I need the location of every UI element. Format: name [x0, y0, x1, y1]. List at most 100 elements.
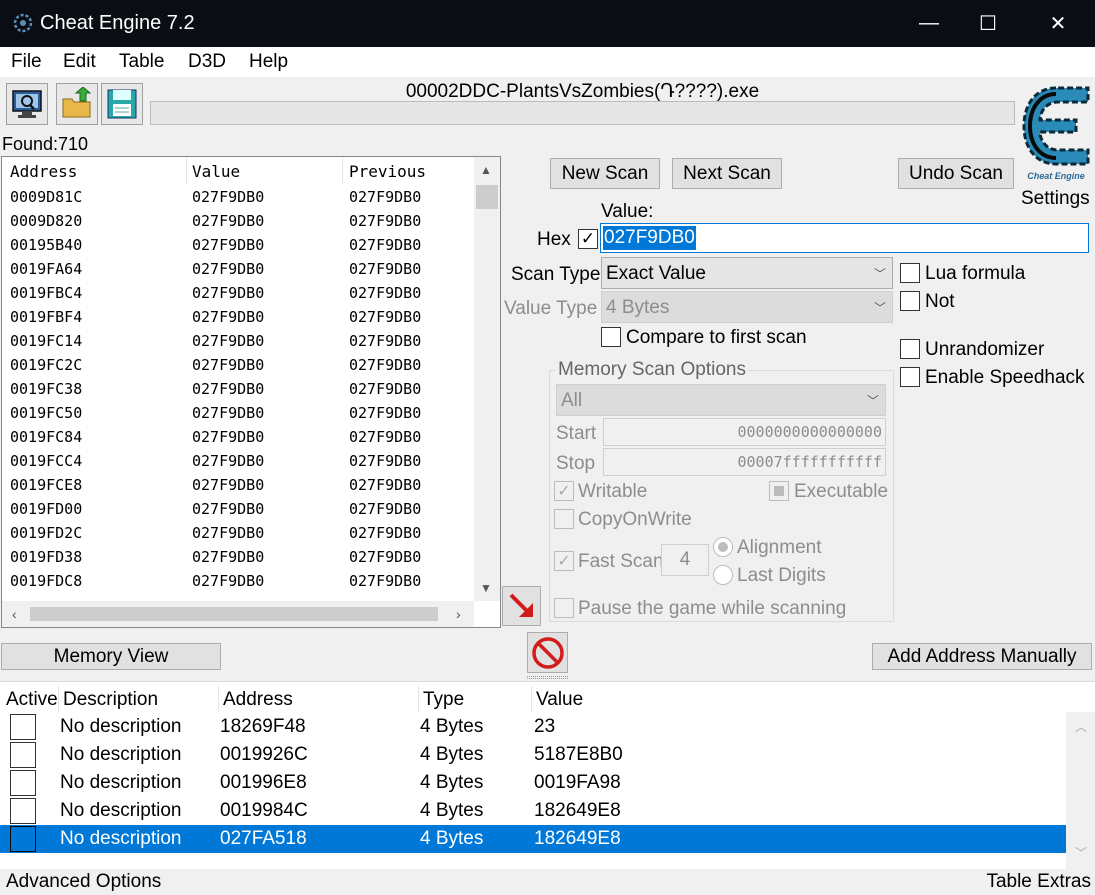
- result-previous: 027F9DB0: [349, 548, 422, 566]
- column-type[interactable]: Type: [423, 689, 464, 711]
- result-row[interactable]: 00195B40 027F9DB0 027F9DB0: [2, 233, 474, 257]
- column-description[interactable]: Description: [63, 689, 158, 711]
- column-address[interactable]: Address: [10, 162, 77, 181]
- result-row[interactable]: 0019FD2C 027F9DB0 027F9DB0: [2, 521, 474, 545]
- fast-scan-value-input[interactable]: 4: [661, 544, 709, 576]
- scroll-left-icon[interactable]: ‹: [12, 606, 17, 622]
- active-checkbox[interactable]: [10, 798, 36, 824]
- writable-checkbox[interactable]: ✓: [554, 481, 574, 501]
- row-address: 001996E8: [220, 772, 307, 793]
- minimize-button[interactable]: —: [899, 0, 959, 47]
- lua-formula-checkbox[interactable]: [900, 263, 920, 283]
- table-row[interactable]: No description 001996E8 4 Bytes 0019FA98: [0, 769, 1066, 797]
- result-row[interactable]: 0019FCC4 027F9DB0 027F9DB0: [2, 449, 474, 473]
- result-row[interactable]: 0019FD00 027F9DB0 027F9DB0: [2, 497, 474, 521]
- results-horizontal-scrollbar[interactable]: ‹ ›: [2, 601, 474, 627]
- new-scan-button[interactable]: New Scan: [550, 158, 660, 189]
- stop-address-input[interactable]: 00007fffffffffff: [603, 448, 886, 476]
- column-previous[interactable]: Previous: [349, 162, 426, 181]
- result-row[interactable]: 0019FCE8 027F9DB0 027F9DB0: [2, 473, 474, 497]
- hscroll-thumb[interactable]: [30, 607, 438, 621]
- memory-view-button[interactable]: Memory View: [1, 643, 221, 670]
- copy-on-write-checkbox[interactable]: [554, 509, 574, 529]
- active-checkbox[interactable]: [10, 770, 36, 796]
- active-checkbox[interactable]: [10, 714, 36, 740]
- active-checkbox[interactable]: [10, 742, 36, 768]
- result-address: 0019FCE8: [10, 476, 83, 494]
- scroll-right-icon[interactable]: ›: [456, 606, 461, 622]
- save-button[interactable]: [101, 83, 143, 125]
- next-scan-button[interactable]: Next Scan: [672, 158, 782, 189]
- result-row[interactable]: 0019FDC8 027F9DB0 027F9DB0: [2, 569, 474, 593]
- result-row[interactable]: 0019FA64 027F9DB0 027F9DB0: [2, 257, 474, 281]
- compare-first-checkbox[interactable]: [601, 327, 621, 347]
- scroll-up-icon[interactable]: ▲: [480, 163, 492, 177]
- scan-type-select[interactable]: Exact Value ﹀: [601, 257, 893, 289]
- not-checkbox[interactable]: [900, 291, 920, 311]
- fast-scan-checkbox[interactable]: ✓: [554, 551, 574, 571]
- result-row[interactable]: 0009D820 027F9DB0 027F9DB0: [2, 209, 474, 233]
- table-extras-button[interactable]: Table Extras: [986, 871, 1091, 893]
- scroll-thumb[interactable]: [476, 185, 498, 209]
- undo-scan-button[interactable]: Undo Scan: [898, 158, 1014, 189]
- address-table[interactable]: Active Description Address Type Value No…: [0, 681, 1095, 870]
- active-checkbox[interactable]: [10, 826, 36, 852]
- results-vertical-scrollbar[interactable]: ▲ ▼: [474, 157, 500, 601]
- address-table-scrollbar[interactable]: ︿ ﹀: [1066, 712, 1095, 870]
- maximize-button[interactable]: ☐: [958, 0, 1018, 47]
- close-button[interactable]: ✕: [1028, 0, 1088, 47]
- advanced-options-button[interactable]: Advanced Options: [6, 871, 161, 893]
- executable-checkbox[interactable]: [769, 481, 789, 501]
- result-row[interactable]: 0019FC84 027F9DB0 027F9DB0: [2, 425, 474, 449]
- column-value[interactable]: Value: [192, 162, 240, 181]
- menu-edit[interactable]: Edit: [63, 51, 96, 73]
- select-process-button[interactable]: [6, 83, 48, 125]
- scroll-down-icon[interactable]: ﹀: [1075, 844, 1087, 861]
- result-row[interactable]: 0019FC38 027F9DB0 027F9DB0: [2, 377, 474, 401]
- pause-game-checkbox[interactable]: [554, 598, 574, 618]
- result-row[interactable]: 0019FC2C 027F9DB0 027F9DB0: [2, 353, 474, 377]
- result-row[interactable]: 0009D81C 027F9DB0 027F9DB0: [2, 185, 474, 209]
- table-row[interactable]: No description 0019984C 4 Bytes 182649E8: [0, 797, 1066, 825]
- add-address-manually-button[interactable]: Add Address Manually: [872, 643, 1092, 670]
- column-active[interactable]: Active: [6, 689, 58, 711]
- prohibited-icon: [531, 636, 564, 669]
- scan-results-list[interactable]: Address Value Previous 0009D81C 027F9DB0 0…: [1, 156, 501, 628]
- memory-region-select[interactable]: All ﹀: [556, 384, 886, 416]
- column-value[interactable]: Value: [536, 689, 583, 711]
- hex-checkbox[interactable]: ✓: [578, 229, 598, 249]
- result-previous: 027F9DB0: [349, 284, 422, 302]
- start-address-input[interactable]: 0000000000000000: [603, 418, 886, 446]
- result-row[interactable]: 0019FD38 027F9DB0 027F9DB0: [2, 545, 474, 569]
- result-value: 027F9DB0: [192, 380, 265, 398]
- stop-button[interactable]: [527, 632, 568, 673]
- scroll-up-icon[interactable]: ︿: [1075, 718, 1087, 735]
- result-row[interactable]: 0019FC14 027F9DB0 027F9DB0: [2, 329, 474, 353]
- menu-file[interactable]: File: [11, 51, 42, 73]
- result-value: 027F9DB0: [192, 452, 265, 470]
- splitter-handle[interactable]: [527, 676, 568, 679]
- floppy-disk-icon: [107, 89, 137, 119]
- menu-table[interactable]: Table: [119, 51, 164, 73]
- result-row[interactable]: 0019FBF4 027F9DB0 027F9DB0: [2, 305, 474, 329]
- value-input[interactable]: 027F9DB0: [600, 223, 1089, 253]
- table-row[interactable]: No description 18269F48 4 Bytes 23: [0, 713, 1066, 741]
- last-digits-radio[interactable]: [713, 565, 733, 585]
- speedhack-checkbox[interactable]: [900, 367, 920, 387]
- table-row[interactable]: No description 0019926C 4 Bytes 5187E8B0: [0, 741, 1066, 769]
- result-row[interactable]: 0019FBC4 027F9DB0 027F9DB0: [2, 281, 474, 305]
- menu-help[interactable]: Help: [249, 51, 288, 73]
- result-row[interactable]: 0019FC50 027F9DB0 027F9DB0: [2, 401, 474, 425]
- add-selected-to-table-button[interactable]: [502, 586, 541, 626]
- menu-d3d[interactable]: D3D: [188, 51, 226, 73]
- alignment-radio[interactable]: [713, 537, 733, 557]
- result-address: 0019FD2C: [10, 524, 83, 542]
- column-address[interactable]: Address: [223, 689, 293, 711]
- value-type-select[interactable]: 4 Bytes ﹀: [601, 291, 893, 323]
- result-address: 0019FC50: [10, 404, 83, 422]
- table-row[interactable]: No description 027FA518 4 Bytes 182649E8: [0, 825, 1066, 853]
- unrandomizer-checkbox[interactable]: [900, 339, 920, 359]
- scroll-down-icon[interactable]: ▼: [480, 581, 492, 595]
- settings-button[interactable]: Cheat Engine: [1018, 80, 1094, 184]
- open-file-button[interactable]: [56, 83, 98, 125]
